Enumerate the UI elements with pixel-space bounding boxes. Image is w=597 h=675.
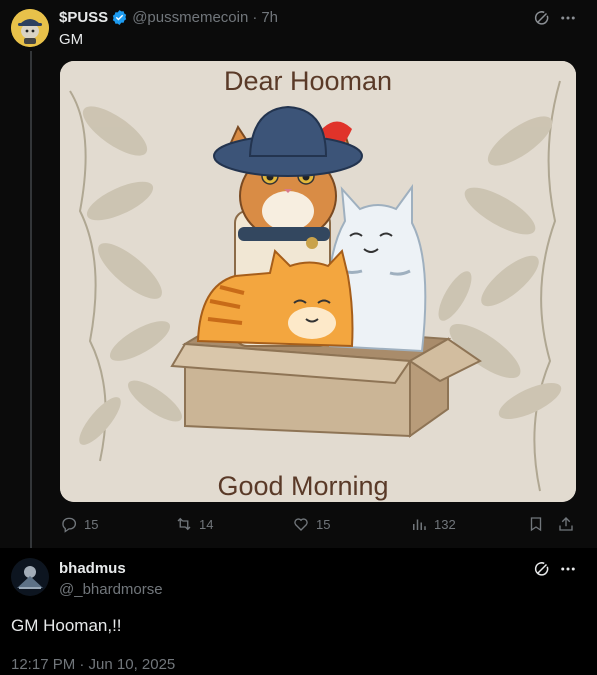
bookmark-button[interactable] xyxy=(527,515,545,533)
repost-icon xyxy=(177,517,191,531)
reply-button[interactable]: 15 xyxy=(60,515,98,533)
reply-count: 15 xyxy=(84,516,99,532)
grok-icon[interactable] xyxy=(532,8,552,28)
like-count: 15 xyxy=(316,516,331,532)
image-top-caption: Dear Hooman xyxy=(224,66,392,96)
verified-badge-icon xyxy=(111,9,128,26)
like-icon xyxy=(294,518,308,531)
views-button[interactable]: 132 xyxy=(410,515,456,533)
header-separator: · xyxy=(252,9,258,26)
like-button[interactable]: 15 xyxy=(292,515,330,533)
reply-text: GM Hooman,!! xyxy=(11,616,122,635)
post-text: GM xyxy=(59,31,84,48)
bookmark-icon xyxy=(530,517,542,532)
share-button[interactable] xyxy=(557,515,575,533)
reply-author-name[interactable]: bhadmus xyxy=(59,560,126,577)
post-action-bar: 15 14 15 132 xyxy=(60,515,580,537)
more-icon[interactable] xyxy=(558,559,578,579)
repost-button[interactable]: 14 xyxy=(175,515,213,533)
original-post[interactable]: $PUSS @pussmemecoin · 7h GM Dear Hooman … xyxy=(0,0,597,554)
reply-icon xyxy=(62,517,77,533)
post-header: $PUSS @pussmemecoin · 7h xyxy=(59,9,278,26)
author-handle[interactable]: @pussmemecoin xyxy=(132,9,248,26)
view-count: 132 xyxy=(434,516,456,532)
reply-timestamp[interactable]: 12:17 PM · Jun 10, 2025 xyxy=(11,656,175,673)
post-image[interactable]: Dear Hooman Good Morning xyxy=(60,61,576,502)
grok-icon[interactable] xyxy=(532,559,552,579)
views-icon xyxy=(413,519,426,530)
thread-connector-line xyxy=(30,51,32,554)
repost-count: 14 xyxy=(199,516,214,532)
reply-post[interactable]: bhadmus @_bhardmorse GM Hooman,!! 12:17 … xyxy=(0,548,597,675)
reply-author-handle[interactable]: @_bhardmorse xyxy=(59,581,163,598)
image-bottom-caption: Good Morning xyxy=(217,471,388,501)
author-avatar[interactable] xyxy=(11,9,49,47)
post-time[interactable]: 7h xyxy=(261,9,278,26)
author-name[interactable]: $PUSS xyxy=(59,9,108,26)
more-icon[interactable] xyxy=(558,8,578,28)
reply-avatar[interactable] xyxy=(11,558,49,596)
share-icon xyxy=(559,517,573,531)
